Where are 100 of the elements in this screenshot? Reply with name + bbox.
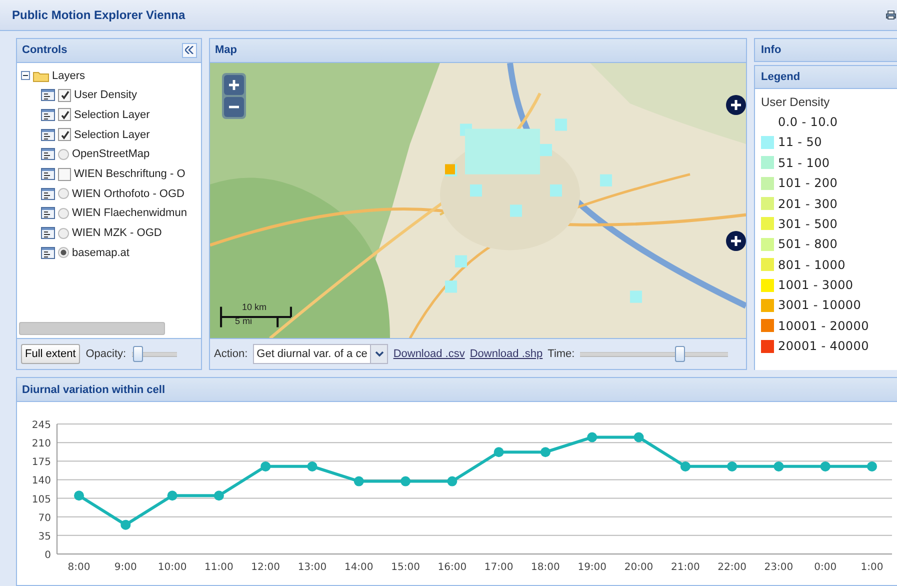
- layer-icon: [41, 148, 55, 160]
- layer-icon: [41, 246, 55, 259]
- collapse-button[interactable]: [182, 42, 197, 58]
- layer-label[interactable]: WIEN MZK - OGD: [72, 227, 162, 240]
- double-chevron-icon: [185, 46, 194, 54]
- x-tick-label: 15:00: [391, 562, 420, 573]
- layer-icon: [41, 227, 55, 240]
- legend-label: 801 - 1000: [778, 258, 846, 272]
- zoom-out-button[interactable]: [224, 96, 244, 117]
- x-tick-label: 10:00: [158, 562, 187, 573]
- legend-label: 20001 - 40000: [778, 339, 869, 354]
- data-point: [867, 461, 877, 472]
- x-tick-label: 19:00: [578, 562, 607, 573]
- radio-button[interactable]: [58, 247, 69, 258]
- layer-label[interactable]: OpenStreetMap: [72, 148, 150, 160]
- zoom-in-button[interactable]: [224, 74, 244, 95]
- data-point: [74, 490, 84, 501]
- y-tick-label: 0: [44, 550, 51, 561]
- layer-label[interactable]: Selection Layer: [74, 108, 150, 121]
- radio-button[interactable]: [58, 228, 69, 239]
- opacity-label: Opacity:: [86, 348, 126, 360]
- y-tick-label: 70: [38, 512, 51, 524]
- collapse-toggle-icon[interactable]: [21, 71, 30, 80]
- x-tick-label: 8:00: [68, 562, 90, 573]
- panel-title: Map: [215, 44, 237, 56]
- layer-label[interactable]: Selection Layer: [74, 128, 150, 141]
- full-extent-button[interactable]: Full extent: [21, 344, 80, 364]
- data-point: [307, 461, 318, 472]
- layer-label[interactable]: basemap.at: [72, 246, 130, 259]
- x-tick-label: 13:00: [298, 562, 327, 573]
- data-point: [120, 520, 131, 530]
- y-tick-label: 140: [32, 476, 51, 487]
- app-title: Public Motion Explorer Vienna: [12, 8, 186, 22]
- data-point: [587, 432, 598, 442]
- layer-label[interactable]: User Density: [74, 89, 137, 102]
- checkbox[interactable]: [58, 128, 71, 142]
- slider-thumb[interactable]: [132, 346, 143, 362]
- data-point: [400, 476, 411, 486]
- x-tick-label: 9:00: [114, 562, 137, 573]
- data-point: [167, 490, 178, 501]
- scrollbar-thumb[interactable]: [19, 322, 165, 335]
- data-point: [540, 447, 550, 458]
- chevron-down-icon: [374, 351, 384, 357]
- data-point: [260, 461, 271, 472]
- data-point: [354, 476, 364, 486]
- legend-header[interactable]: Legend: [754, 64, 897, 89]
- y-tick-label: 35: [38, 531, 51, 542]
- data-point: [727, 461, 738, 472]
- x-tick-label: 11:00: [204, 562, 234, 573]
- x-tick-label: 1:00: [860, 562, 884, 573]
- panel-title: Controls: [22, 44, 68, 56]
- tree-item[interactable]: Layers: [52, 70, 86, 82]
- legend-label: 501 - 800: [778, 237, 838, 252]
- x-tick-label: 21:00: [671, 562, 700, 573]
- legend-label: 201 - 300: [778, 196, 838, 210]
- layer-label[interactable]: WIEN Beschriftung - O: [74, 168, 186, 180]
- action-dropdown[interactable]: Get diurnal var. of a ce: [252, 344, 388, 364]
- legend-label: 51 - 100: [778, 156, 830, 170]
- legend-label: 0.0 - 10.0: [778, 114, 838, 129]
- checkbox[interactable]: [58, 168, 71, 181]
- legend-label: 11 - 50: [778, 135, 822, 150]
- legend-label: 3001 - 10000: [778, 298, 862, 312]
- radio-button[interactable]: [58, 188, 69, 200]
- checkbox[interactable]: [58, 88, 71, 102]
- legend-title: User Density: [761, 94, 831, 109]
- data-point: [774, 461, 784, 472]
- layer-icon: [41, 168, 55, 180]
- x-tick-label: 17:00: [484, 562, 514, 573]
- expand-icon[interactable]: [726, 94, 746, 115]
- download-link[interactable]: Download .csv: [393, 348, 465, 360]
- data-point: [680, 461, 690, 472]
- x-tick-label: 22:00: [718, 562, 746, 573]
- info-header[interactable]: Info: [754, 38, 897, 62]
- y-tick-label: 245: [32, 420, 51, 431]
- x-tick-label: 20:00: [624, 562, 654, 573]
- layer-icon: [41, 89, 55, 102]
- y-tick-label: 210: [32, 438, 51, 450]
- slider-thumb[interactable]: [674, 346, 685, 362]
- legend-label: 101 - 200: [778, 176, 838, 190]
- radio-button[interactable]: [58, 148, 69, 160]
- action-label: Action:: [214, 348, 248, 360]
- radio-button[interactable]: [58, 208, 69, 219]
- scale-label: 10 km: [242, 302, 267, 312]
- layer-icon: [41, 108, 55, 121]
- layer-icon: [41, 128, 55, 141]
- scale-label: 5 mi: [235, 316, 252, 326]
- data-point: [214, 490, 224, 501]
- layer-label[interactable]: WIEN Flaechenwidmun: [72, 207, 187, 220]
- layer-icon: [41, 188, 55, 200]
- print-icon[interactable]: [886, 10, 896, 20]
- folder-icon: [33, 70, 49, 82]
- panel-title: Diurnal variation within cell: [22, 384, 166, 396]
- x-tick-label: 18:00: [531, 562, 560, 573]
- time-label: Time:: [548, 348, 575, 360]
- x-tick-label: 23:00: [764, 562, 794, 573]
- expand-icon[interactable]: [726, 230, 746, 251]
- layer-label[interactable]: WIEN Orthofoto - OGD: [72, 188, 184, 200]
- data-point: [820, 461, 830, 472]
- checkbox[interactable]: [58, 108, 71, 122]
- download-link[interactable]: Download .shp: [470, 348, 543, 360]
